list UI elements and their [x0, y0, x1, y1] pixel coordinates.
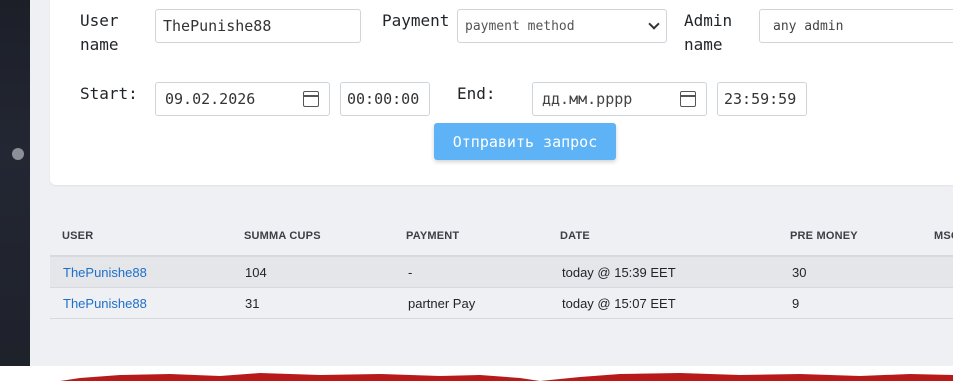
admin-name-label: Admin name: [684, 11, 733, 54]
header-user[interactable]: USER: [62, 230, 93, 242]
user-name-value: ThePunishe88: [163, 17, 272, 35]
payment-selected-value: payment method: [465, 18, 575, 34]
calendar-icon[interactable]: [680, 91, 696, 107]
header-payment[interactable]: PAYMENT: [406, 230, 459, 242]
payment-cell: partner Pay: [408, 296, 476, 311]
calendar-icon[interactable]: [303, 91, 319, 107]
header-pre-money[interactable]: PRE MONEY: [790, 230, 858, 242]
table-header: USER SUMMA CUPS PAYMENT DATE PRE MONEY M…: [50, 215, 953, 257]
date-cell: today @ 15:07 EET: [562, 296, 676, 311]
end-label: End:: [457, 84, 496, 103]
start-date-value: 09.02.2026: [165, 90, 256, 108]
admin-name-input[interactable]: any admin: [759, 9, 953, 43]
header-msc[interactable]: MSC: [934, 230, 953, 242]
payment-label: Payment: [382, 11, 450, 30]
user-name-label: User name: [80, 11, 119, 54]
date-cell: today @ 15:39 EET: [562, 265, 676, 280]
pre-money-cell: 9: [792, 296, 800, 311]
start-date-input[interactable]: 09.02.2026: [155, 82, 330, 116]
payment-select[interactable]: payment method: [457, 9, 667, 43]
sidebar-handle-dot[interactable]: [12, 148, 24, 160]
table-row: ThePunishe88 31 partner Pay today @ 15:0…: [50, 288, 953, 319]
end-time-value: 23:59:59: [724, 90, 797, 108]
chevron-down-icon: [648, 18, 660, 30]
summa-cell: 104: [245, 265, 267, 280]
start-time-input[interactable]: 00:00:00: [340, 82, 430, 116]
user-link[interactable]: ThePunishe88: [63, 296, 147, 311]
start-time-value: 00:00:00: [347, 90, 420, 108]
admin-name-placeholder: any admin: [773, 18, 844, 34]
submit-request-button[interactable]: Отправить запрос: [434, 123, 616, 160]
summa-cell: 31: [245, 296, 260, 311]
end-date-placeholder: дд.мм.рррр: [542, 90, 633, 108]
user-link[interactable]: ThePunishe88: [63, 265, 147, 280]
end-date-input[interactable]: дд.мм.рррр: [532, 82, 707, 116]
pre-money-cell: 30: [792, 265, 807, 280]
left-sidebar: [0, 0, 30, 381]
table-row: ThePunishe88 104 - today @ 15:39 EET 30: [50, 257, 953, 288]
results-table: USER SUMMA CUPS PAYMENT DATE PRE MONEY M…: [50, 215, 953, 319]
header-date[interactable]: DATE: [560, 230, 590, 242]
payment-cell: -: [408, 265, 413, 280]
header-summa-cups[interactable]: SUMMA CUPS: [244, 230, 321, 242]
user-name-input[interactable]: ThePunishe88: [155, 9, 361, 43]
end-time-input[interactable]: 23:59:59: [717, 82, 807, 116]
start-label: Start:: [80, 84, 138, 103]
decorative-splatter: [60, 373, 953, 381]
